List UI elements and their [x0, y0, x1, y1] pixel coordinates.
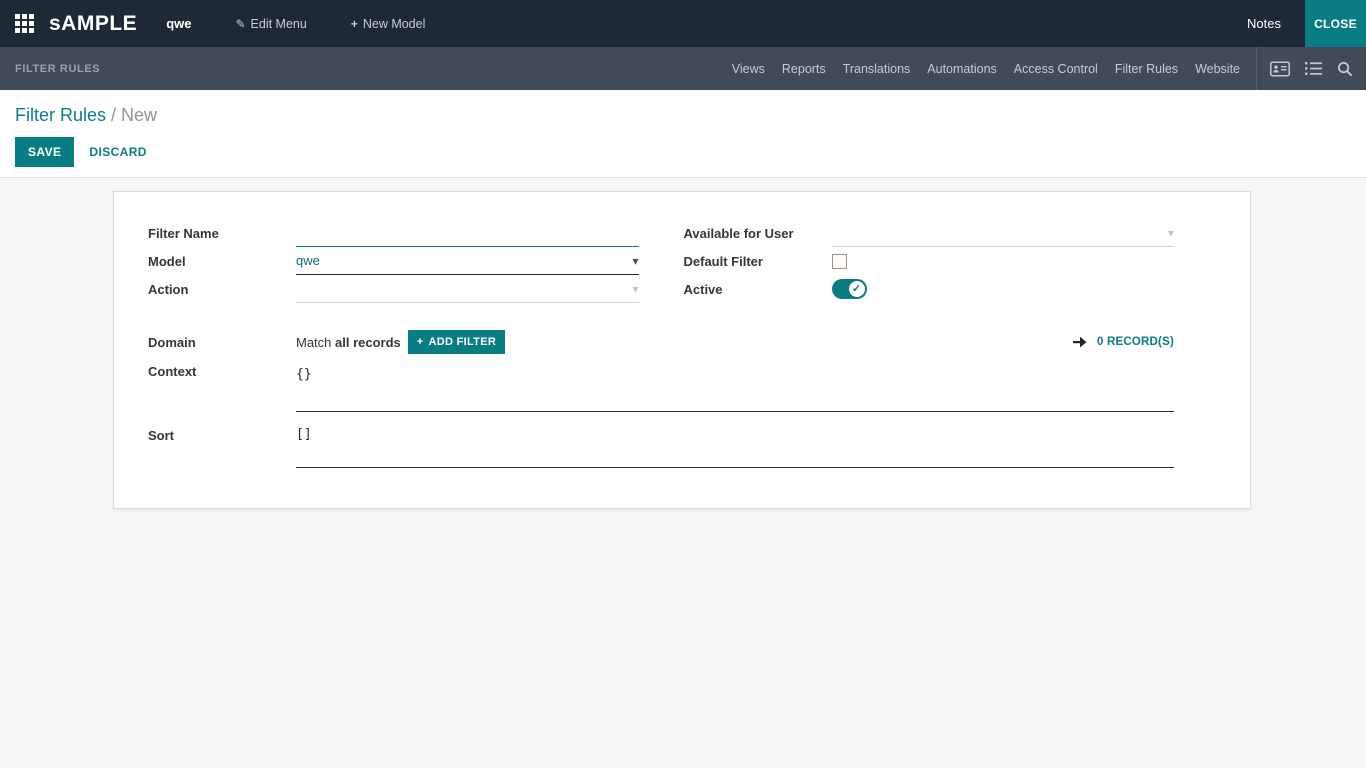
edit-menu-button[interactable]: ✎ Edit Menu: [235, 17, 306, 31]
breadcrumb-current: / New: [106, 105, 157, 125]
records-link[interactable]: 0 RECORD(S): [1072, 335, 1174, 349]
tab-filter-rules[interactable]: Filter Rules: [1115, 62, 1178, 76]
search-icon[interactable]: [1337, 61, 1353, 77]
available-for-user-label: Available for User: [684, 226, 832, 241]
section-gap: [148, 303, 1174, 328]
form-top-grid: Filter Name Model qwe ▾ Action: [148, 219, 1174, 303]
records-count: 0 RECORD(S): [1097, 336, 1174, 348]
sort-textarea[interactable]: []: [296, 426, 1174, 468]
add-filter-label: ADD FILTER: [429, 336, 497, 348]
studio-breadcrumb: FILTER RULES: [15, 63, 100, 75]
chevron-down-icon[interactable]: ▾: [632, 255, 638, 267]
form-sheet: Filter Name Model qwe ▾ Action: [113, 191, 1251, 509]
filter-name-label: Filter Name: [148, 226, 296, 241]
notes-button[interactable]: Notes: [1247, 16, 1281, 31]
field-row-active: Active ✓: [684, 275, 1175, 303]
domain-match-bold: all records: [335, 335, 401, 350]
add-filter-button[interactable]: + ADD FILTER: [408, 330, 505, 354]
available-for-user-combo[interactable]: ▾: [832, 219, 1175, 247]
domain-match-text: Match all records: [296, 335, 401, 350]
list-view-icon[interactable]: [1305, 61, 1322, 76]
control-panel-actions: SAVE DISCARD: [15, 137, 1350, 167]
model-combo[interactable]: qwe ▾: [296, 247, 639, 275]
control-panel: Filter Rules / New SAVE DISCARD: [0, 90, 1366, 178]
model-value[interactable]: qwe: [296, 253, 320, 268]
form-left-column: Filter Name Model qwe ▾ Action: [148, 219, 639, 303]
tab-website[interactable]: Website: [1195, 62, 1240, 76]
active-fieldwrap: ✓: [832, 275, 1175, 303]
field-row-domain: Domain Match all records + ADD FILTER 0 …: [148, 328, 1174, 356]
tab-automations[interactable]: Automations: [927, 62, 996, 76]
action-combo[interactable]: ▾: [296, 275, 639, 303]
new-model-button[interactable]: + New Model: [351, 17, 426, 31]
default-filter-fieldwrap: [832, 247, 1175, 275]
chevron-down-icon[interactable]: ▾: [1168, 227, 1174, 239]
apps-grid-icon[interactable]: [15, 14, 34, 33]
tab-views[interactable]: Views: [732, 62, 765, 76]
studio-tabs: Views Reports Translations Automations A…: [732, 62, 1240, 76]
breadcrumb: Filter Rules / New: [15, 105, 1350, 126]
save-button[interactable]: SAVE: [15, 137, 74, 167]
field-row-model: Model qwe ▾: [148, 247, 639, 275]
tab-access-control[interactable]: Access Control: [1014, 62, 1098, 76]
sort-label: Sort: [148, 426, 296, 443]
view-switcher: [1270, 61, 1353, 77]
chevron-down-icon[interactable]: ▾: [632, 283, 638, 295]
top-menu-item-qwe[interactable]: qwe: [166, 16, 191, 31]
filter-name-input[interactable]: [296, 219, 639, 246]
app-brand[interactable]: sAMPLE: [49, 12, 137, 36]
model-label: Model: [148, 254, 296, 269]
card-view-icon[interactable]: [1270, 61, 1290, 77]
toggle-knob: ✓: [849, 281, 865, 297]
discard-button[interactable]: DISCARD: [89, 145, 146, 159]
new-model-label: New Model: [363, 17, 426, 31]
content-area: Filter Name Model qwe ▾ Action: [0, 178, 1366, 768]
breadcrumb-parent[interactable]: Filter Rules: [15, 105, 106, 125]
field-row-action: Action ▾: [148, 275, 639, 303]
field-row-available-for-user: Available for User ▾: [684, 219, 1175, 247]
edit-menu-label: Edit Menu: [251, 17, 307, 31]
default-filter-label: Default Filter: [684, 254, 832, 269]
field-row-sort: Sort []: [148, 426, 1174, 468]
active-toggle[interactable]: ✓: [832, 279, 867, 299]
studio-bar-divider: [1256, 47, 1257, 90]
context-label: Context: [148, 362, 296, 379]
pencil-icon: ✎: [235, 17, 245, 31]
plus-icon: +: [351, 17, 358, 31]
active-label: Active: [684, 282, 832, 297]
action-label: Action: [148, 282, 296, 297]
form-right-column: Available for User ▾ Default Filter Acti…: [684, 219, 1175, 303]
plus-icon: +: [417, 336, 424, 348]
tab-translations[interactable]: Translations: [843, 62, 911, 76]
check-icon: ✓: [852, 284, 861, 295]
context-textarea[interactable]: {}: [296, 366, 1174, 412]
field-row-default-filter: Default Filter: [684, 247, 1175, 275]
domain-control: Match all records + ADD FILTER 0 RECORD(…: [296, 330, 1174, 354]
close-button[interactable]: CLOSE: [1305, 0, 1366, 47]
tab-reports[interactable]: Reports: [782, 62, 826, 76]
filter-name-fieldwrap: [296, 219, 639, 247]
domain-label: Domain: [148, 335, 296, 350]
top-navbar: sAMPLE qwe ✎ Edit Menu + New Model Notes…: [0, 0, 1366, 47]
field-row-filter-name: Filter Name: [148, 219, 639, 247]
default-filter-checkbox[interactable]: [832, 254, 847, 269]
topbar-right: Notes CLOSE: [1247, 0, 1366, 47]
studio-bar: FILTER RULES Views Reports Translations …: [0, 47, 1366, 90]
field-row-context: Context {}: [148, 362, 1174, 412]
arrow-right-icon: [1072, 335, 1088, 349]
